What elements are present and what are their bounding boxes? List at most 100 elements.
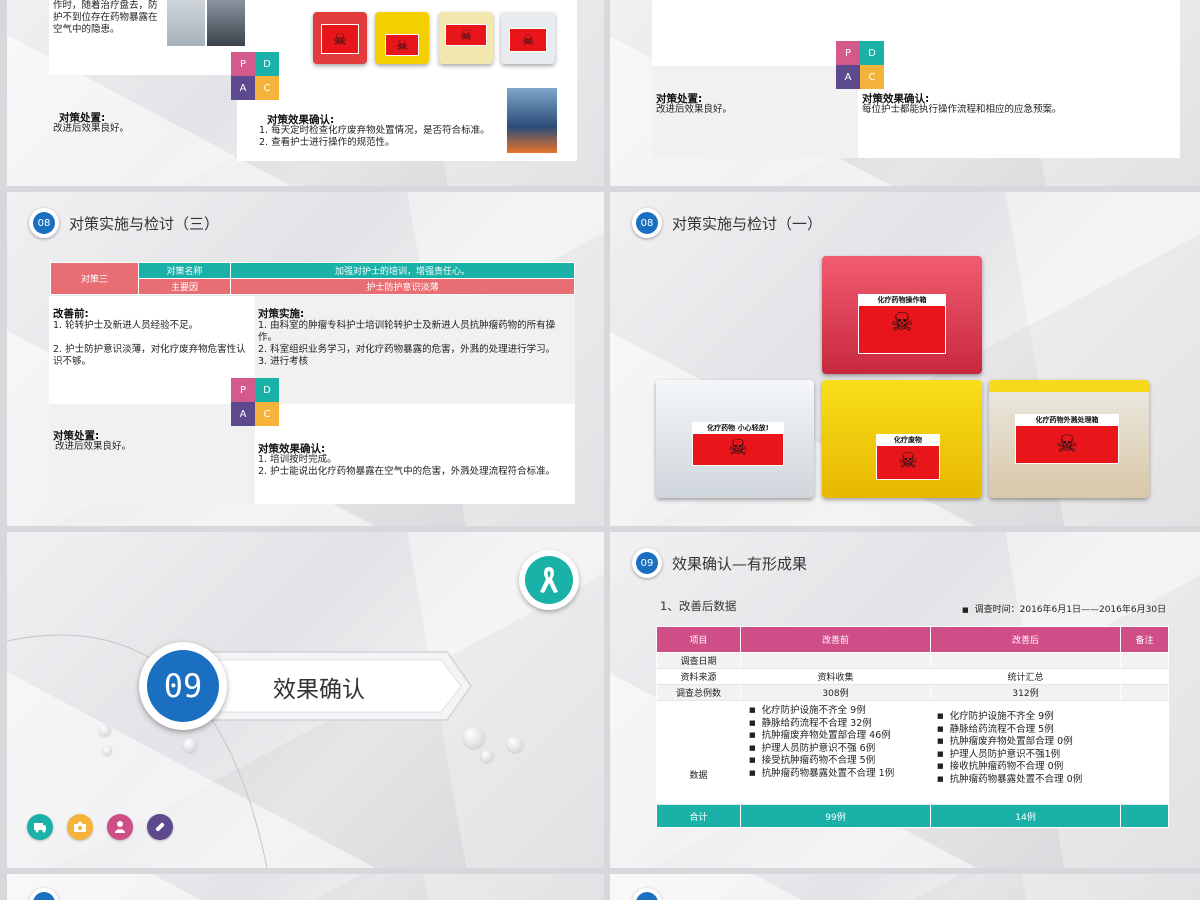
list-item: 接收抗肿瘤药物不合理 0例 — [937, 761, 1120, 774]
text-line: 护不到位存在药物暴露在 — [53, 12, 158, 23]
after-data-cell: 化疗防护设施不齐全 9例 静脉给药流程不合理 5例 抗肿瘤废弃物处置部合理 0例… — [930, 700, 1121, 805]
section-badge: 08 — [632, 208, 662, 238]
impl-list: 1. 由科室的肿瘤专科护士培训轮转护士及新进人员抗肿瘤药物的所有操作。 2. 科… — [258, 320, 574, 368]
staff-photo-1 — [167, 0, 205, 46]
nurse-icon[interactable] — [107, 814, 133, 840]
box-label: 化疗废物 — [877, 435, 939, 446]
text-line: 空气中的隐患。 — [53, 24, 120, 35]
decor-bubble — [481, 750, 493, 762]
slide-countermeasure-3[interactable]: 08 对策实施与检讨（三） 对策三 对策名称 加强对护士的培训，增强责任心。 主… — [7, 192, 604, 526]
before-label: 改善前: — [53, 308, 89, 320]
table-cell: 护士防护意识淡薄 — [230, 278, 575, 295]
section-number-badge: 09 — [139, 642, 227, 730]
pdca-c: C — [255, 402, 279, 426]
table-cell — [1120, 804, 1169, 828]
list-item: 抗肿瘤废弃物处置部合理 0例 — [937, 736, 1120, 749]
slide-top-left[interactable]: 作时，随着治疗盘去，防 护不到位存在药物暴露在 空气中的隐患。 ☠ ☠ ☠ ☠ … — [7, 0, 604, 186]
slide-title: 对策实施与检讨（三） — [69, 215, 220, 233]
table-cell: 加强对护士的培训，增强责任心。 — [230, 262, 575, 279]
bullet-icon: ■ — [962, 606, 969, 614]
table-cell — [1120, 668, 1169, 685]
list-item: 抗肿瘤废弃物处置部合理 46例 — [749, 730, 930, 743]
nurse-photo — [507, 88, 557, 153]
before-item: 2. 护士防护意识淡薄，对化疗废弃物危害性认识不够。 — [53, 344, 246, 367]
pdca-a: A — [231, 76, 255, 100]
table-cell — [930, 652, 1121, 669]
impl-item: 1. 由科室的肿瘤专科护士培训轮转护士及新进人员抗肿瘤药物的所有操作。 — [258, 320, 556, 343]
slide-top-right[interactable]: P D A C 对策处置: 改进后效果良好。 对策效果确认: 每位护士都能执行操… — [610, 0, 1200, 186]
handling-text: 改进后效果良好。 — [656, 104, 733, 115]
slide-tangible-results[interactable]: 09 效果确认—有形成果 1、改善后数据 ■ 调查时间：2016年6月1日——20… — [610, 532, 1200, 868]
pdca-d: D — [255, 52, 279, 76]
pdca-p: P — [231, 52, 255, 76]
pdca-c: C — [255, 76, 279, 100]
pdca-a: A — [836, 65, 860, 89]
box-label: 化疗药物操作箱 — [859, 295, 945, 306]
table-header: 备注 — [1120, 626, 1169, 653]
handling-text: 改进后效果良好。 — [53, 123, 130, 134]
pdca-p: P — [231, 378, 255, 402]
pdca-c: C — [860, 65, 884, 89]
slide-title: 对策实施与检讨（一） — [672, 215, 823, 233]
section-number: 08 — [636, 212, 658, 234]
before-item: 1. 轮转护士及新进人员经验不足。 — [53, 320, 199, 331]
list-item: 抗肿瘤药物暴露处置不合理 1例 — [749, 768, 930, 781]
handling-text: 改进后效果良好。 — [55, 441, 132, 452]
slide-section-09[interactable]: 效果确认 09 — [7, 532, 604, 868]
effect-item: 1. 培训按时完成。 — [258, 454, 337, 465]
section-number: 08 — [33, 212, 55, 234]
list-item: 接受抗肿瘤药物不合理 5例 — [749, 755, 930, 768]
before-data-list: 化疗防护设施不齐全 9例 静脉给药流程不合理 32例 抗肿瘤废弃物处置部合理 4… — [749, 705, 930, 781]
effect-item: 2. 查看护士进行操作的规范性。 — [259, 137, 395, 148]
section-number — [33, 892, 55, 900]
table-cell: 调查日期 — [656, 652, 741, 669]
hazard-box-photo: ☠ — [375, 12, 429, 64]
after-data-list: 化疗防护设施不齐全 9例 静脉给药流程不合理 5例 抗肿瘤废弃物处置部合理 0例… — [937, 711, 1120, 787]
list-item: 抗肿瘤药物暴露处置不合理 0例 — [937, 774, 1120, 787]
effect-list: 1. 培训按时完成。 2. 护士能说出化疗药物暴露在空气中的危害，外溅处理流程符… — [258, 454, 578, 478]
slide-countermeasure-1[interactable]: 08 对策实施与检讨（一） 化疗药物操作箱 ☠ 化疗药物 小心轻放! ☠ 化疗废… — [610, 192, 1200, 526]
chemo-waste-box-photo: 化疗废物 ☠ — [822, 380, 982, 498]
table-cell: 资料收集 — [740, 668, 931, 685]
table-cell: 资料来源 — [656, 668, 741, 685]
table-cell: 对策名称 — [138, 262, 231, 279]
table-header: 改善后 — [930, 626, 1121, 653]
survey-time: ■ 调查时间：2016年6月1日——2016年6月30日 — [962, 602, 1166, 615]
section-badge — [632, 888, 662, 900]
decor-bubble — [99, 724, 111, 736]
pill-icon[interactable] — [147, 814, 173, 840]
pdca-p: P — [836, 41, 860, 65]
table-cell — [1120, 700, 1169, 805]
ambulance-icon[interactable] — [27, 814, 53, 840]
table-cell — [740, 652, 931, 669]
section-badge: 09 — [632, 548, 662, 578]
table-cell: 99例 — [740, 804, 931, 828]
chemo-careful-box-photo: 化疗药物 小心轻放! ☠ — [656, 380, 814, 498]
pdca-d: D — [860, 41, 884, 65]
awareness-ribbon-icon — [525, 556, 573, 604]
decor-bubble — [507, 736, 523, 752]
table-cell: 312例 — [930, 684, 1121, 701]
pdca-icon: P D A C — [231, 378, 279, 426]
list-item: 化疗防护设施不齐全 9例 — [749, 705, 930, 718]
impl-item: 3. 进行考核 — [258, 356, 309, 367]
slide-bottom-cropped-right[interactable] — [610, 874, 1200, 900]
camera-icon[interactable] — [67, 814, 93, 840]
chemo-spill-box-photo: 化疗药物外溅处理箱 ☠ — [989, 380, 1149, 498]
ribbon-badge — [519, 550, 579, 610]
skull-icon: ☠ — [898, 449, 918, 474]
effect-item: 2. 护士能说出化疗药物暴露在空气中的危害，外溅处理流程符合标准。 — [258, 466, 556, 477]
pdca-d: D — [255, 378, 279, 402]
slide-bottom-cropped-left[interactable] — [7, 874, 604, 900]
box-label: 化疗药物外溅处理箱 — [1016, 415, 1118, 426]
results-table: 项目 改善前 改善后 备注 调查日期 资料来源 资料收集 统计汇总 调查总例数 … — [656, 626, 1169, 828]
table-cell: 主要因 — [138, 278, 231, 295]
staff-photo-2 — [207, 0, 245, 46]
table-cell: 数据 — [656, 700, 741, 805]
hazard-box-photo: ☠ — [313, 12, 367, 64]
slide-grid: 作时，随着治疗盘去，防 护不到位存在药物暴露在 空气中的隐患。 ☠ ☠ ☠ ☠ … — [0, 0, 1200, 900]
section-subtitle: 1、改善后数据 — [660, 599, 737, 613]
impl-label: 对策实施: — [258, 308, 305, 320]
section-title: 效果确认 — [273, 677, 365, 703]
content-panel-top — [652, 0, 1180, 66]
